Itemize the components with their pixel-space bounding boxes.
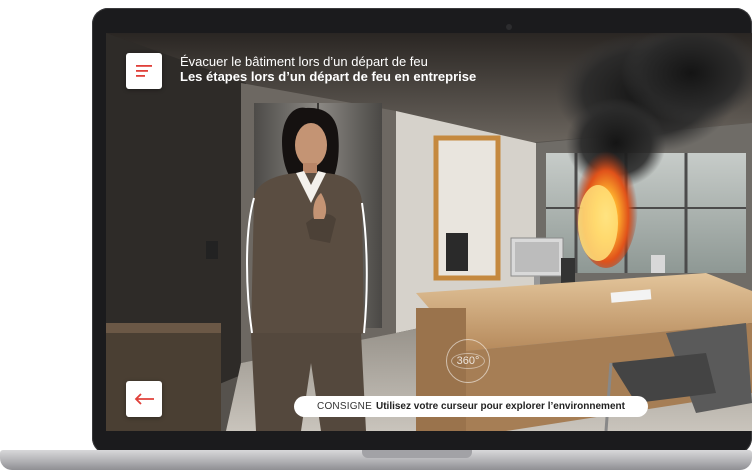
hamburger-menu-icon [136,65,152,77]
app-screen[interactable]: Évacuer le bâtiment lors d’un départ de … [106,33,752,431]
page-title: Les étapes lors d’un départ de feu en en… [180,69,477,84]
laptop-notch [362,450,472,458]
arrow-left-icon [134,393,154,405]
badge-360: 360° [446,339,490,383]
camera-icon [506,24,512,30]
menu-button[interactable] [126,53,162,89]
instruction-label: CONSIGNE [317,401,372,412]
back-button[interactable] [126,381,162,417]
page-subtitle: Évacuer le bâtiment lors d’un départ de … [180,54,428,69]
badge-360-label: 360° [456,355,480,367]
office-scene-360[interactable] [106,33,752,431]
page-header: Évacuer le bâtiment lors d’un départ de … [180,54,476,84]
instruction-bar: CONSIGNE Utilisez votre curseur pour exp… [294,396,648,417]
instruction-text: Utilisez votre curseur pour explorer l’e… [375,401,625,412]
